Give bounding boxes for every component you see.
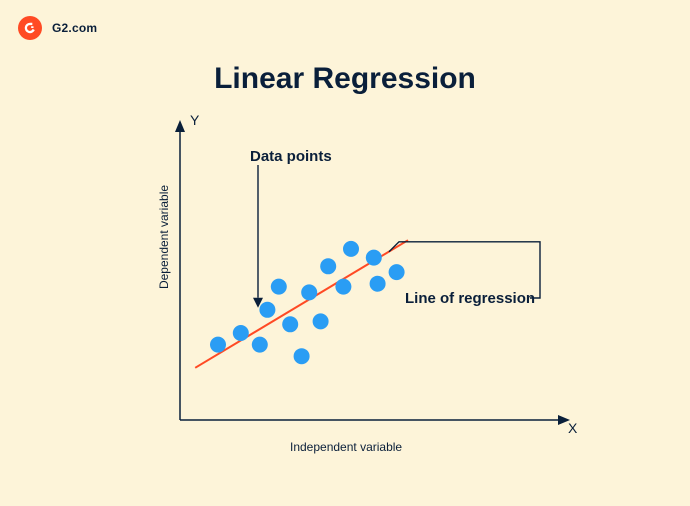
y-axis-arrow-icon <box>175 120 185 132</box>
data-point <box>370 276 386 292</box>
x-axis-letter: X <box>568 420 577 436</box>
data-point <box>259 302 275 318</box>
g2-glyph-icon <box>23 21 37 35</box>
page-title: Linear Regression <box>0 62 690 96</box>
data-point <box>389 264 405 280</box>
header: G2.com <box>18 16 97 40</box>
data-point <box>252 337 268 353</box>
annotation-regression-line: Line of regression <box>405 290 535 307</box>
data-point <box>343 241 359 257</box>
data-point <box>210 337 226 353</box>
data-point <box>282 316 298 332</box>
data-point <box>294 348 310 364</box>
g2-logo-icon <box>18 16 42 40</box>
chart-svg <box>150 110 570 450</box>
brand-text: G2.com <box>52 21 97 35</box>
data-point <box>366 250 382 266</box>
data-point <box>233 325 249 341</box>
data-point <box>335 279 351 295</box>
data-point <box>313 313 329 329</box>
data-point <box>301 284 317 300</box>
x-axis-label: Independent variable <box>290 440 402 454</box>
data-point <box>320 258 336 274</box>
chart: Y X Dependent variable Independent varia… <box>150 110 570 450</box>
y-axis-label: Dependent variable <box>157 185 171 289</box>
y-axis-letter: Y <box>190 112 199 128</box>
data-point <box>271 279 287 295</box>
annotation-data-points: Data points <box>250 148 332 165</box>
